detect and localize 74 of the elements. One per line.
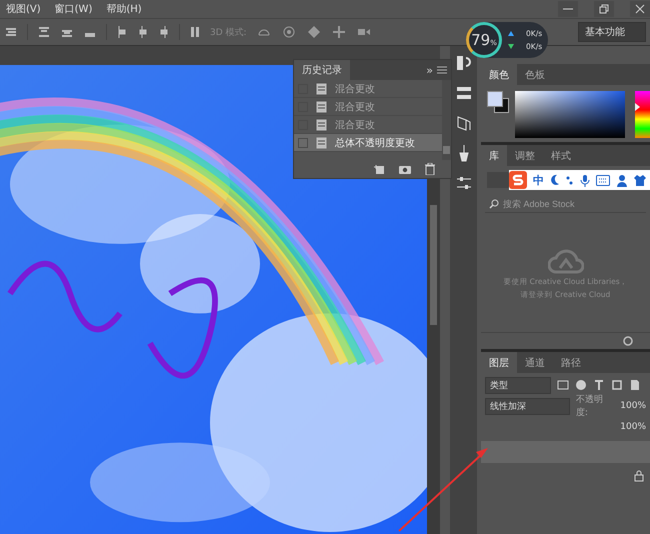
new-document-icon[interactable]: [373, 163, 385, 175]
shape-filter-icon[interactable]: [611, 379, 623, 391]
slide-3d-icon[interactable]: [330, 25, 347, 39]
panel-tab[interactable]: 路径: [553, 352, 589, 373]
camera-icon[interactable]: [399, 164, 411, 174]
restore-button[interactable]: [594, 1, 614, 17]
moon-icon[interactable]: [550, 174, 560, 186]
close-button[interactable]: [630, 1, 650, 17]
align-icon[interactable]: [37, 26, 51, 38]
hue-slider[interactable]: [635, 91, 650, 138]
properties-icon[interactable]: [454, 84, 472, 102]
menu-item[interactable]: 视图(V): [6, 2, 41, 16]
punctuation-icon[interactable]: [566, 174, 574, 186]
panel-tab[interactable]: 色板: [517, 64, 553, 85]
color-picker-field[interactable]: [515, 91, 625, 138]
microphone-icon[interactable]: [580, 174, 590, 186]
menu-item[interactable]: 帮助(H): [106, 2, 142, 16]
s-logo-icon[interactable]: [509, 171, 527, 189]
history-item[interactable]: 总体不透明度更改: [294, 134, 442, 152]
panel-tab[interactable]: 样式: [543, 145, 579, 166]
upload-arrow-icon: [508, 31, 514, 36]
roll-3d-icon[interactable]: [280, 25, 297, 39]
minimize-button[interactable]: [558, 1, 578, 17]
trash-icon[interactable]: [425, 163, 435, 175]
minimize-icon: [563, 8, 573, 10]
document-icon: [316, 82, 327, 94]
fill-value[interactable]: 100%: [620, 422, 646, 432]
document-icon: [316, 100, 327, 112]
menu-icon[interactable]: [437, 66, 447, 74]
distribute-icon[interactable]: [158, 25, 170, 39]
blend-mode-dropdown[interactable]: 线性加深: [485, 398, 570, 414]
filter-dropdown[interactable]: 类型: [485, 376, 551, 394]
search-field[interactable]: 搜索 Adobe Stock: [503, 199, 633, 209]
smart-object-filter-icon[interactable]: [629, 379, 641, 391]
color-swatches-icon[interactable]: [487, 91, 509, 113]
distribute-icon[interactable]: [137, 25, 149, 39]
panel-tab[interactable]: 通道: [517, 352, 553, 373]
search-icon: [489, 199, 499, 209]
menu-item[interactable]: 窗口(W): [54, 2, 92, 16]
pan-3d-icon[interactable]: [306, 25, 322, 39]
input-method-toolbar[interactable]: 中: [509, 170, 650, 190]
restore-icon: [599, 4, 609, 14]
close-icon: [635, 4, 645, 14]
distribute-icon[interactable]: [116, 25, 128, 39]
opacity-value[interactable]: 100%: [620, 401, 646, 411]
lock-icon: [634, 470, 644, 482]
panel-tab[interactable]: 历史记录: [294, 60, 350, 80]
download-arrow-icon: [508, 44, 514, 49]
adjustment-filter-icon[interactable]: [575, 379, 587, 391]
workspace-dropdown[interactable]: 基本功能: [578, 22, 646, 42]
panel-tab[interactable]: 颜色: [481, 64, 517, 85]
panel-tab[interactable]: 图层: [481, 352, 517, 373]
cloud-sync-icon[interactable]: [622, 336, 634, 346]
image-filter-icon[interactable]: [557, 379, 569, 391]
adjust-icon[interactable]: [454, 114, 472, 132]
hue-slider-thumb[interactable]: [635, 103, 640, 112]
history-item[interactable]: 混合更改: [294, 98, 442, 116]
collapse-button[interactable]: »: [426, 64, 433, 76]
type-filter-icon[interactable]: [593, 379, 605, 391]
document-icon: [316, 136, 327, 148]
shirt-icon[interactable]: [634, 174, 646, 186]
history-item[interactable]: 混合更改: [294, 80, 442, 98]
sliders-icon[interactable]: [454, 174, 472, 192]
user-icon[interactable]: [616, 174, 628, 186]
opacity-label: 不透明度:: [576, 394, 604, 419]
panel-tab[interactable]: 调整: [507, 145, 543, 166]
panel-tab[interactable]: 库: [481, 145, 507, 166]
document-icon: [316, 118, 327, 130]
align-icon[interactable]: [4, 26, 18, 38]
keyboard-icon[interactable]: [596, 174, 610, 186]
history-icon[interactable]: [454, 54, 472, 72]
columns-icon[interactable]: [189, 25, 201, 39]
scrollbar[interactable]: [442, 80, 451, 160]
ime-mode-label[interactable]: 中: [533, 172, 544, 188]
